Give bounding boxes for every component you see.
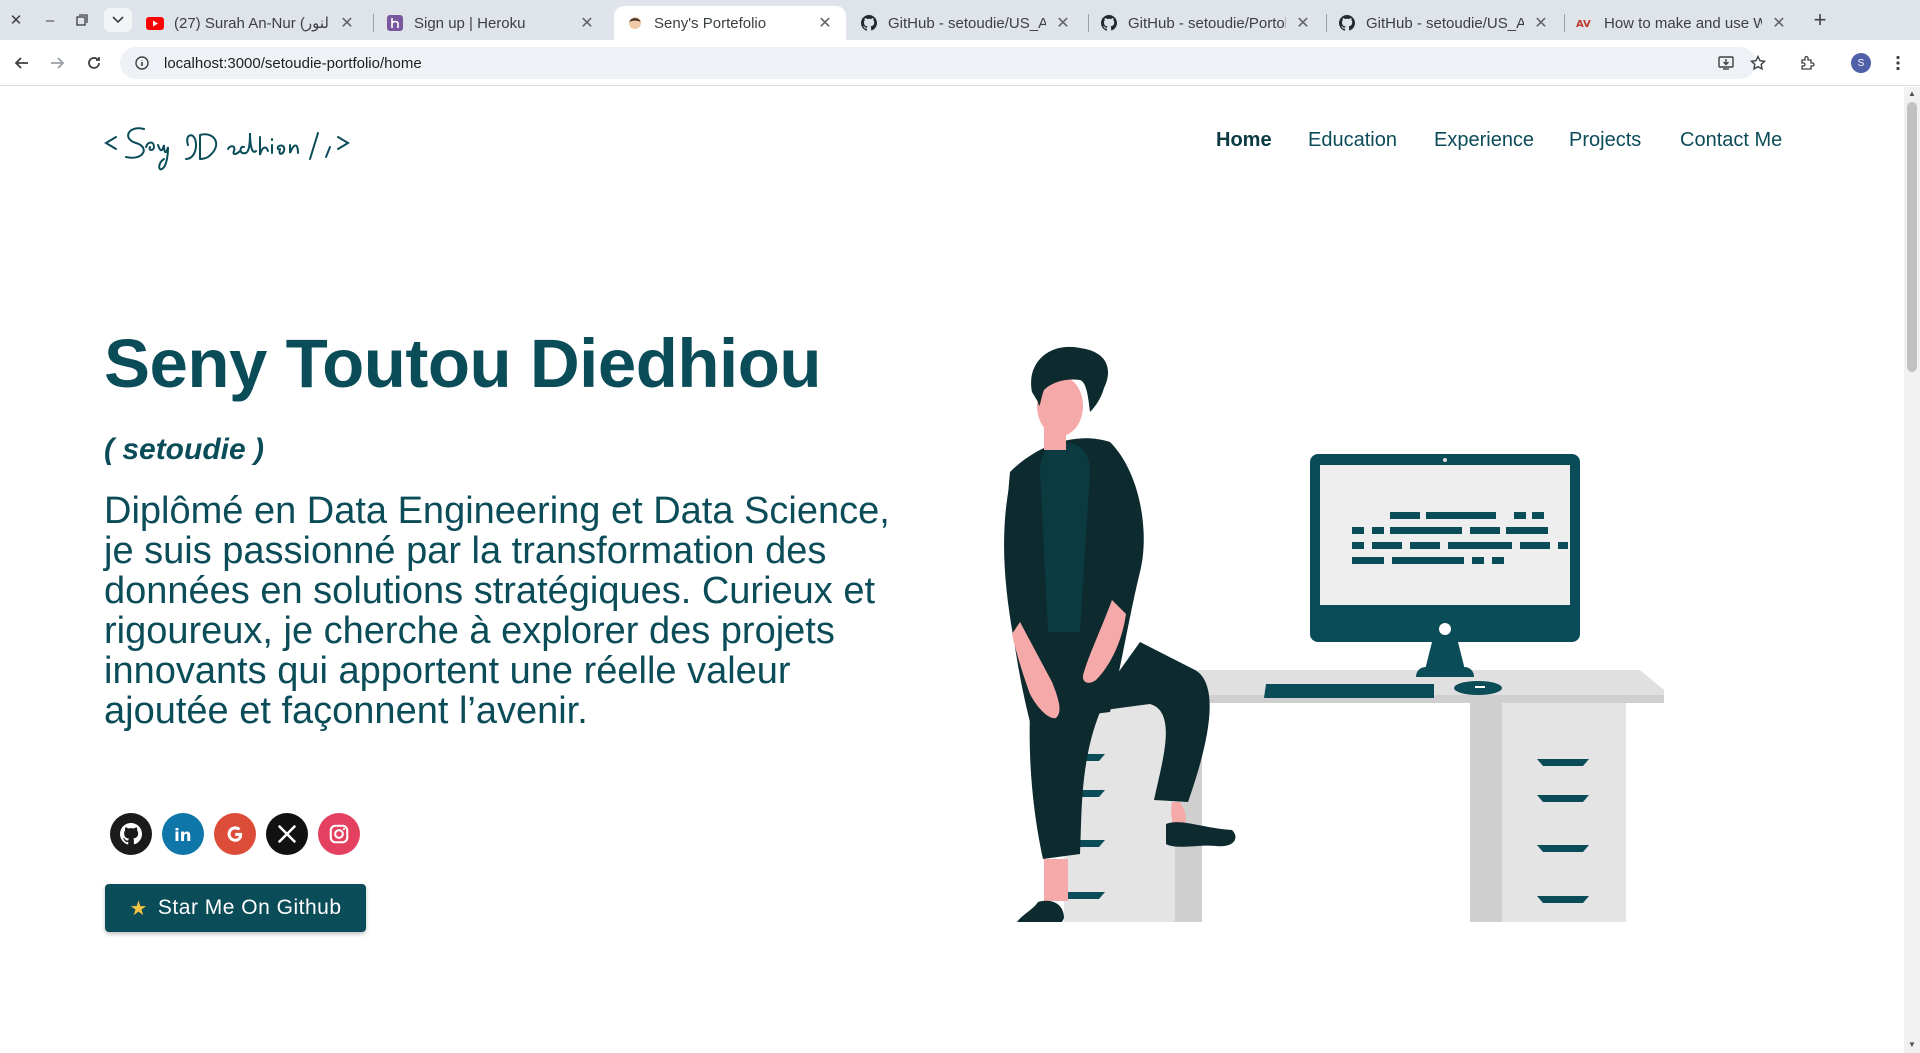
browser-tab[interactable]: AV How to make and use WhatsApp ✕ <box>1564 6 1800 40</box>
url-text: localhost:3000/setoudie-portfolio/home <box>164 54 422 72</box>
close-tab-icon[interactable]: ✕ <box>1054 13 1072 33</box>
tab-search-icon[interactable] <box>104 8 132 32</box>
close-tab-icon[interactable]: ✕ <box>1770 13 1788 33</box>
close-tab-icon[interactable]: ✕ <box>816 13 834 33</box>
google-social-button[interactable] <box>214 813 256 855</box>
restore-window-icon[interactable] <box>68 8 96 32</box>
github-icon <box>1100 14 1118 32</box>
portfolio-page: Home Education Experience Projects Conta… <box>0 87 1904 1053</box>
bookmark-star-icon[interactable] <box>1744 49 1772 77</box>
svg-text:AV: AV <box>1576 19 1591 29</box>
close-tab-icon[interactable]: ✕ <box>1532 13 1550 33</box>
svg-text:in: in <box>174 826 191 845</box>
back-icon[interactable] <box>8 49 36 77</box>
youtube-icon <box>146 14 164 32</box>
browser-tab[interactable]: (27) Surah An-Nur (سورة النور) ✕ <box>134 6 368 40</box>
github-icon <box>860 14 878 32</box>
social-links: in <box>110 813 360 855</box>
star-on-github-label: Star Me On Github <box>157 896 342 919</box>
nav-link-projects[interactable]: Projects <box>1569 129 1641 152</box>
close-tab-icon[interactable]: ✕ <box>1294 13 1312 33</box>
browser-tab-active[interactable]: Seny's Portefolio ✕ <box>614 6 846 40</box>
new-tab-icon[interactable]: + <box>1806 7 1834 32</box>
tab-title: GitHub - setoudie/US_Airline <box>1366 14 1524 32</box>
tab-title: Sign up | Heroku <box>414 14 526 32</box>
scrollbar-thumb[interactable] <box>1907 102 1917 372</box>
tab-title: GitHub - setoudie/Portolio <box>1128 14 1286 32</box>
scroll-down-icon[interactable]: ▼ <box>1906 1040 1918 1050</box>
browser-tab[interactable]: Sign up | Heroku ✕ <box>374 6 608 40</box>
instagram-social-button[interactable] <box>318 813 360 855</box>
close-tab-icon[interactable]: ✕ <box>338 13 356 33</box>
site-info-icon[interactable] <box>132 56 152 70</box>
browser-tab[interactable]: GitHub - setoudie/US_Airline ✕ <box>1326 6 1562 40</box>
google-icon <box>227 826 243 842</box>
close-window-icon[interactable]: ✕ <box>2 8 30 32</box>
tab-title: GitHub - setoudie/US_Airline <box>888 14 1046 32</box>
browser-tab[interactable]: GitHub - setoudie/US_Airline ✕ <box>848 6 1084 40</box>
nav-link-education[interactable]: Education <box>1308 129 1397 152</box>
hero-bio: Diplômé en Data Engineering et Data Scie… <box>104 490 890 732</box>
linkedin-social-button[interactable]: in <box>162 813 204 855</box>
reload-icon[interactable] <box>80 49 108 77</box>
nav-link-home[interactable]: Home <box>1216 129 1272 152</box>
address-bar[interactable]: localhost:3000/setoudie-portfolio/home <box>120 47 1756 79</box>
x-social-button[interactable] <box>266 813 308 855</box>
browser-tab[interactable]: GitHub - setoudie/Portolio ✕ <box>1088 6 1324 40</box>
site-logo[interactable] <box>104 117 364 177</box>
star-on-github-button[interactable]: ★ Star Me On Github <box>105 884 366 932</box>
developer-desk-illustration <box>1004 346 1664 922</box>
github-icon <box>1338 14 1356 32</box>
heroku-icon <box>386 14 404 32</box>
linkedin-icon: in <box>174 826 191 845</box>
x-icon <box>277 824 297 844</box>
tab-title: (27) Surah An-Nur (سورة النور) <box>174 15 330 32</box>
browser-toolbar: localhost:3000/setoudie-portfolio/home S <box>0 40 1920 86</box>
nav-link-contact[interactable]: Contact Me <box>1680 129 1782 152</box>
github-social-button[interactable] <box>110 813 152 855</box>
nav-link-experience[interactable]: Experience <box>1434 129 1534 152</box>
close-tab-icon[interactable]: ✕ <box>578 13 596 33</box>
portfolio-favicon <box>626 14 644 32</box>
forward-icon[interactable] <box>43 49 71 77</box>
browser-menu-icon[interactable] <box>1884 49 1912 77</box>
article-icon: AV <box>1576 14 1594 32</box>
tab-title: How to make and use WhatsApp <box>1604 14 1762 32</box>
github-icon <box>120 823 142 845</box>
minimize-window-icon[interactable]: – <box>36 8 64 32</box>
install-app-icon[interactable] <box>1712 49 1740 77</box>
hero-handle: ( setoudie ) <box>104 433 265 466</box>
hero-name: Seny Toutou Diedhiou <box>104 325 822 402</box>
scroll-up-icon[interactable]: ▲ <box>1906 89 1918 99</box>
instagram-icon <box>329 824 349 844</box>
browser-tab-strip: ✕ – (27) Surah An-Nur (سورة النور) ✕ Sig… <box>0 0 1920 40</box>
profile-avatar[interactable]: S <box>1851 53 1871 73</box>
star-icon: ★ <box>129 897 148 920</box>
tab-title: Seny's Portefolio <box>654 14 767 32</box>
extensions-icon[interactable] <box>1794 49 1822 77</box>
